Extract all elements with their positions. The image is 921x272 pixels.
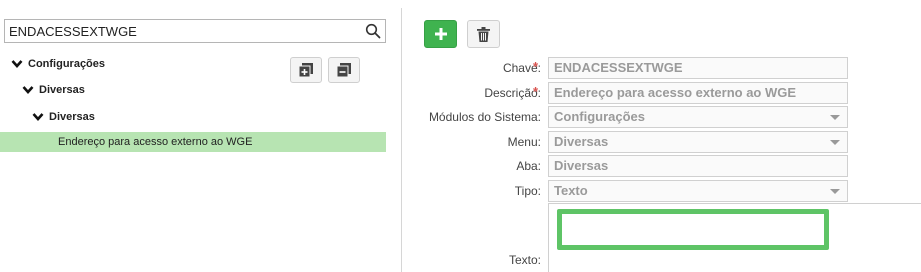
- search-box: [4, 19, 386, 43]
- search-input[interactable]: [5, 20, 360, 42]
- chave-field[interactable]: ENDACESSEXTWGE: [548, 57, 848, 79]
- menu-label: Menu:: [507, 135, 541, 149]
- tipo-value: Texto: [554, 183, 588, 198]
- chave-label: Chave:: [502, 61, 541, 75]
- aba-field[interactable]: Diversas: [548, 155, 848, 177]
- trash-icon: [477, 26, 490, 42]
- modulos-select[interactable]: Configurações: [548, 106, 848, 128]
- aba-label: Aba:: [516, 159, 541, 173]
- dropdown-arrow-icon: [830, 140, 840, 145]
- descricao-label: Descrição:: [484, 86, 541, 100]
- menu-value: Diversas: [554, 134, 609, 149]
- texto-label: Texto:: [508, 253, 541, 267]
- add-button[interactable]: [424, 20, 457, 48]
- tipo-label: Tipo:: [514, 184, 541, 198]
- search-icon[interactable]: [365, 23, 381, 39]
- modulos-label: Módulos do Sistema:: [428, 110, 541, 124]
- tipo-select[interactable]: Texto: [548, 180, 848, 202]
- delete-button[interactable]: [467, 20, 500, 48]
- plus-icon: [434, 28, 447, 40]
- dropdown-arrow-icon: [830, 115, 840, 120]
- descricao-field[interactable]: Endereço para acesso externo ao WGE: [548, 82, 848, 104]
- modulos-value: Configurações: [554, 109, 646, 124]
- chave-required-mark: *: [533, 59, 539, 74]
- texto-input[interactable]: [557, 209, 829, 250]
- descricao-required-mark: *: [533, 84, 539, 99]
- dropdown-arrow-icon: [830, 189, 840, 194]
- menu-select[interactable]: Diversas: [548, 131, 848, 153]
